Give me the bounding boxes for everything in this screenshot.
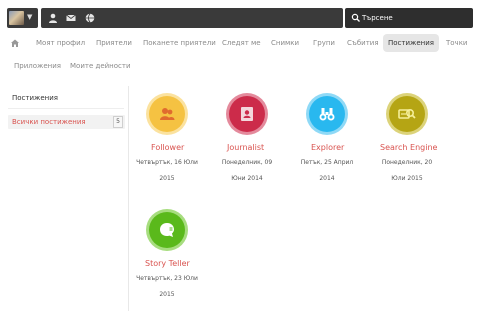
badge-date: Юли 2015 (391, 175, 423, 182)
tab-events[interactable]: Събития (347, 34, 379, 52)
badge-date: 2015 (159, 291, 175, 298)
search-icon (351, 12, 361, 24)
badge-date: Юни 2014 (231, 175, 263, 182)
search-engine-icon[interactable] (389, 96, 425, 132)
binoculars-icon[interactable] (309, 96, 345, 132)
badge-date: Петък, 25 Април (300, 159, 354, 166)
badge-name[interactable]: Journalist (227, 143, 264, 152)
tab-achievements[interactable]: Постижения (383, 34, 439, 52)
badge-name[interactable]: Follower (151, 143, 184, 152)
badge-name[interactable]: Search Engine (380, 143, 437, 152)
badge-date: Четвъртък, 23 Юли (136, 275, 198, 282)
tab-photos[interactable]: Снимки (271, 34, 299, 52)
count-badge: 5 (113, 116, 123, 128)
badge-date: 2015 (159, 175, 175, 182)
tab-my-activities[interactable]: Моите дейности (70, 57, 131, 75)
tab-my-profile[interactable]: Моят профил (36, 34, 85, 52)
home-icon[interactable] (10, 38, 20, 48)
mail-icon[interactable] (65, 12, 77, 24)
tab-invite-friends[interactable]: Поканете приятели (143, 34, 216, 52)
divider (8, 108, 124, 109)
globe-icon[interactable] (84, 12, 96, 24)
tab-followers[interactable]: Следят ме (222, 34, 261, 52)
top-nav (41, 8, 343, 28)
badge-date: 2014 (319, 175, 335, 182)
top-bar: ▼ Търсене (7, 8, 473, 28)
tab-friends[interactable]: Приятели (96, 34, 132, 52)
user-menu-button[interactable]: ▼ (7, 8, 38, 28)
profile-tabs: Моят профил Приятели Поканете приятели С… (0, 34, 479, 76)
search-box[interactable]: Търсене (345, 8, 473, 28)
badge-date: Понеделник, 09 (221, 159, 273, 166)
user-icon[interactable] (47, 12, 59, 24)
badge-date: Четвъртък, 16 Юли (136, 159, 198, 166)
tab-applications[interactable]: Приложения (14, 57, 61, 75)
badge-name[interactable]: Story Teller (145, 259, 190, 268)
caret-down-icon[interactable]: ▼ (27, 13, 32, 21)
badge-date: Понеделник, 20 (381, 159, 433, 166)
chat-bubble-icon[interactable] (149, 212, 185, 248)
sidebar-item-label: Всички постижения (12, 118, 86, 126)
followers-icon[interactable] (149, 96, 185, 132)
tab-groups[interactable]: Групи (313, 34, 335, 52)
tab-points[interactable]: Точки (446, 34, 467, 52)
sidebar-title: Постижения (12, 94, 58, 102)
journal-icon[interactable] (229, 96, 265, 132)
badge-name[interactable]: Explorer (311, 143, 344, 152)
sidebar-item-all-achievements[interactable]: Всички постижения 5 (8, 115, 125, 129)
sidebar: Постижения Всички постижения 5 (0, 86, 129, 311)
avatar[interactable] (9, 11, 24, 25)
search-input[interactable]: Търсене (362, 12, 393, 24)
